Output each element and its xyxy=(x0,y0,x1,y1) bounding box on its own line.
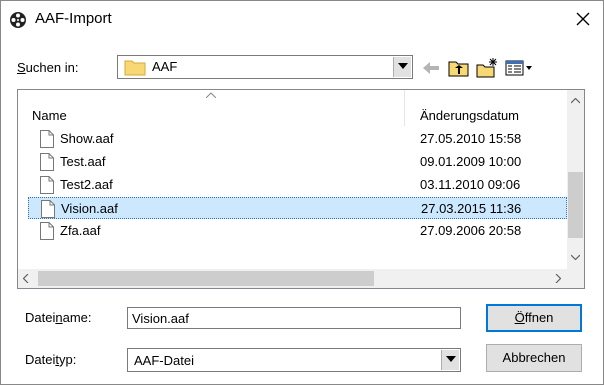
vertical-scroll-thumb[interactable] xyxy=(568,172,583,238)
filename-label: Dateiname: xyxy=(25,310,92,325)
filetype-combobox[interactable]: AAF-Datei xyxy=(127,348,461,372)
folder-icon xyxy=(124,60,146,76)
view-menu-icon[interactable] xyxy=(504,57,534,79)
window-title: AAF-Import xyxy=(35,10,112,27)
vertical-scrollbar[interactable] xyxy=(567,90,584,269)
lookin-dropdown-button[interactable] xyxy=(393,57,411,77)
file-row[interactable]: Vision.aaf 27.03.2015 11:36 xyxy=(28,197,567,219)
movie-reel-icon xyxy=(10,12,26,28)
scroll-left-icon[interactable] xyxy=(23,274,29,283)
file-name: Zfa.aaf xyxy=(60,223,101,238)
lookin-label: Suchen in: xyxy=(17,60,79,75)
scrollbar-corner xyxy=(567,269,584,288)
file-name: Vision.aaf xyxy=(61,201,118,216)
scroll-up-icon[interactable] xyxy=(571,98,580,104)
filetype-dropdown-button[interactable] xyxy=(441,350,459,370)
file-row[interactable]: Show.aaf 27.05.2010 15:58 xyxy=(28,128,567,150)
dialog-window: AAF-Import Suchen in: AAF Name Änderungs… xyxy=(0,0,604,385)
list-header: Name Änderungsdatum xyxy=(18,90,567,126)
document-icon xyxy=(41,200,55,218)
file-list[interactable]: Name Änderungsdatum Show.aaf 27.05.2010 1… xyxy=(17,89,585,289)
filetype-value: AAF-Datei xyxy=(134,353,194,368)
file-date: 27.03.2015 11:36 xyxy=(421,201,522,216)
scroll-right-icon[interactable] xyxy=(555,274,561,283)
lookin-combobox[interactable]: AAF xyxy=(117,55,413,79)
file-date: 03.11.2010 09:06 xyxy=(420,177,521,192)
file-date: 27.09.2006 20:58 xyxy=(420,223,522,238)
column-divider[interactable] xyxy=(404,90,405,126)
horizontal-scrollbar[interactable] xyxy=(18,269,567,288)
file-row[interactable]: Test2.aaf 03.11.2010 09:06 xyxy=(28,174,567,196)
file-name: Test2.aaf xyxy=(60,177,113,192)
document-icon xyxy=(40,222,54,240)
file-date: 27.05.2010 15:58 xyxy=(420,131,522,146)
horizontal-scroll-thumb[interactable] xyxy=(38,271,374,286)
filename-field[interactable] xyxy=(127,307,461,329)
file-name: Test.aaf xyxy=(60,154,106,169)
filename-input[interactable] xyxy=(132,310,452,326)
document-icon xyxy=(40,130,54,148)
back-arrow-icon[interactable] xyxy=(419,57,443,79)
chevron-down-icon xyxy=(398,63,408,69)
file-date: 09.01.2009 10:00 xyxy=(420,154,522,169)
document-icon xyxy=(40,176,54,194)
file-row[interactable]: Test.aaf 09.01.2009 10:00 xyxy=(28,151,567,173)
close-icon[interactable] xyxy=(571,7,595,31)
scroll-down-icon[interactable] xyxy=(571,254,580,260)
open-button[interactable]: Öffnen xyxy=(486,304,582,332)
file-name: Show.aaf xyxy=(60,131,114,146)
cancel-button[interactable]: Abbrechen xyxy=(486,344,582,372)
sort-ascending-icon xyxy=(206,92,216,98)
chevron-down-icon xyxy=(446,356,456,362)
title-bar: AAF-Import xyxy=(1,1,603,39)
file-row[interactable]: Zfa.aaf 27.09.2006 20:58 xyxy=(28,220,567,242)
column-header-date[interactable]: Änderungsdatum xyxy=(420,108,519,123)
lookin-value: AAF xyxy=(152,59,178,74)
document-icon xyxy=(40,153,54,171)
column-header-name[interactable]: Name xyxy=(32,108,67,123)
up-folder-icon[interactable] xyxy=(447,57,471,79)
filetype-label: Dateityp: xyxy=(25,352,77,367)
new-folder-icon[interactable] xyxy=(475,57,499,79)
